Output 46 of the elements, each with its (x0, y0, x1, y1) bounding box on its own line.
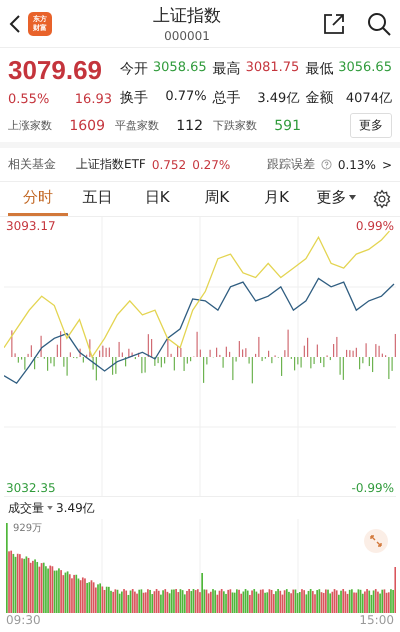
breadth-value: 112 (176, 118, 203, 134)
stat-value: 3058.65 (152, 60, 207, 76)
stat-label: 总手 (212, 88, 241, 106)
chart-tab[interactable]: 月K (246, 182, 306, 216)
current-price: 3079.69 (8, 54, 103, 86)
stat-value: 4074亿 (346, 90, 392, 106)
percent-min-label: -0.99% (352, 481, 394, 495)
change-amount: 16.93 (74, 92, 112, 107)
start-time: 09:30 (6, 613, 41, 627)
y-axis-label: 3093.17 (6, 219, 56, 233)
index-code: 000001 (164, 29, 210, 43)
more-button[interactable]: 更多 (350, 113, 392, 138)
breadth-label: 平盘家数 (115, 118, 159, 133)
volume-selector[interactable]: 成交量 (8, 500, 44, 516)
stat-label: 换手 (120, 88, 148, 106)
breadth-value: 1609 (69, 118, 105, 134)
chart-tab[interactable]: 更多 (306, 182, 366, 216)
percent-max-label: 0.99% (356, 219, 394, 233)
y-axis-label: 3032.35 (6, 481, 56, 495)
tracking-error-label: 跟踪误差 (266, 156, 315, 173)
breadth-label: 下跌家数 (213, 118, 257, 133)
stat-label: 今开 (120, 60, 148, 78)
stat-label: 最低 (305, 60, 334, 78)
stat-value: 3081.75 (246, 60, 300, 76)
chevron-text[interactable]: > (382, 158, 392, 172)
fund-label: 相关基金 (8, 156, 56, 173)
stat-value: 3056.65 (338, 60, 392, 76)
change-percent: 0.55% (8, 92, 50, 107)
breadth-label: 上涨家数 (8, 118, 52, 133)
stat-label: 最高 (212, 60, 241, 78)
stat-value: 0.77% (165, 88, 207, 106)
page-title: 上证指数 (153, 5, 221, 27)
fund-name[interactable]: 上证指数ETF (76, 156, 146, 173)
fund-price: 0.752 (152, 158, 186, 172)
chart-tab[interactable]: 日K (127, 182, 188, 216)
breadth-value: 591 (274, 118, 301, 134)
volume-max-label: 929万 (13, 522, 42, 535)
end-time: 15:00 (359, 613, 394, 627)
chart-tab[interactable]: 分时 (8, 182, 68, 216)
stat-label: 金额 (305, 88, 334, 106)
chart-tab[interactable]: 五日 (68, 182, 128, 216)
chart-tab[interactable]: 周K (187, 182, 247, 216)
fund-change: 0.27% (192, 158, 230, 172)
stat-value: 3.49亿 (257, 90, 300, 106)
tracking-error-value: 0.13% (338, 158, 376, 172)
volume-total: 3.49亿 (56, 500, 95, 516)
